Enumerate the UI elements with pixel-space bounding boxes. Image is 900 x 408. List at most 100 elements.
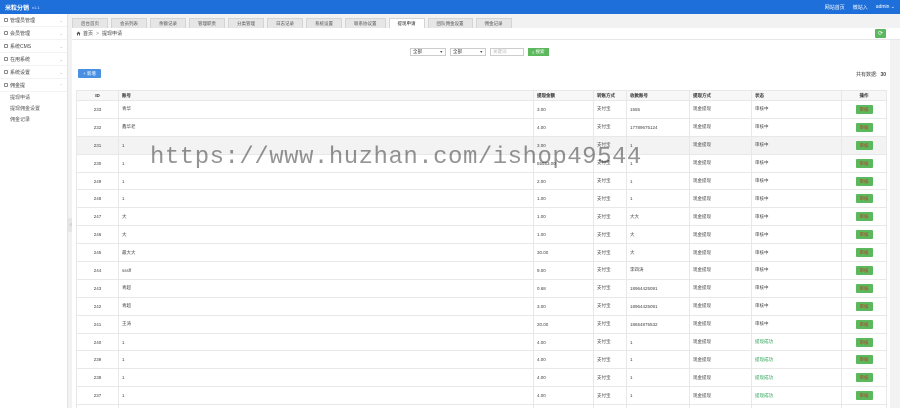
refresh-button[interactable]: ⟳ — [875, 29, 886, 38]
withdraw-table: ID 账号 提现金额 转账方式 收款账号 提现方式 状态 操作 233 青华 3.0… — [76, 90, 887, 408]
tab-system[interactable]: 系统设置 — [306, 18, 342, 28]
table-cell: 4.00 — [533, 117, 594, 137]
sidebar-item-commission[interactable]: 佣金提 ⌃ — [0, 79, 67, 92]
table-cell: 审核中 — [751, 404, 842, 408]
add-button[interactable]: + 新增 — [78, 69, 101, 78]
table-cell: 1 — [118, 153, 534, 173]
tab-members[interactable]: 会员列表 — [111, 18, 147, 28]
breadcrumb-separator: > — [96, 30, 99, 37]
sidebar-item-members[interactable]: 会员管理 ⌄ — [0, 27, 67, 40]
table-cell: 1 — [118, 189, 534, 209]
sidebar-subitem-commission-settings[interactable]: 提现佣金设置 — [0, 103, 67, 114]
search-button[interactable]: ⌕ 搜索 — [528, 48, 549, 56]
table-cell: 提现成功 — [751, 332, 842, 352]
action-cell: 审核 — [841, 135, 887, 155]
review-button[interactable]: 审核 — [855, 230, 873, 240]
system-icon — [4, 57, 8, 61]
sidebar-item-cms[interactable]: 系统CMS ⌄ — [0, 40, 67, 53]
sidebar-item-system[interactable]: 在用系统 ⌄ — [0, 53, 67, 66]
review-button[interactable]: 审核 — [855, 265, 873, 275]
review-button[interactable]: 审核 — [855, 212, 873, 222]
chevron-down-icon: ⌄ — [59, 56, 63, 62]
table-cell: 55553.00 — [533, 153, 594, 173]
table-cell: 支付宝 — [593, 117, 627, 137]
table-cell: 李四涛 — [626, 261, 690, 280]
user-menu[interactable]: admin ⌄ — [876, 4, 895, 11]
site-home-link[interactable]: 网站首页 — [825, 4, 845, 11]
tab-balance[interactable]: 余额记录 — [150, 18, 186, 28]
review-button[interactable]: 审核 — [855, 337, 873, 347]
review-button[interactable]: 审核 — [855, 158, 873, 168]
table-cell: 现金提现 — [689, 225, 752, 245]
table-cell: 支付宝 — [593, 314, 627, 334]
review-button[interactable]: 审核 — [855, 176, 873, 186]
sidebar-item-admins[interactable]: 管理员管理 ⌄ — [0, 14, 67, 27]
table-cell: 9.00 — [533, 261, 594, 280]
review-button[interactable]: 审核 — [855, 355, 873, 365]
status-select[interactable]: 全部 ▼ — [410, 48, 446, 56]
table-cell: 246 — [76, 225, 119, 245]
table-row: 249 1 2.00 支付宝 1 现金提现 审核中 审核 — [76, 171, 887, 191]
site-entry-link[interactable]: 微站入 — [853, 4, 868, 11]
tab-agreement[interactable]: 联系协议置 — [345, 18, 386, 28]
tab-logs[interactable]: 日志记录 — [267, 18, 303, 28]
caret-down-icon: ▼ — [479, 50, 483, 54]
user-icon — [4, 18, 8, 22]
review-button[interactable]: 审核 — [855, 122, 873, 132]
breadcrumb-home[interactable]: 首页 — [83, 30, 93, 37]
review-button[interactable]: 审核 — [855, 194, 873, 204]
tab-commission-records[interactable]: 佣金记录 — [475, 18, 512, 28]
table-cell: 18964425091 — [626, 278, 690, 298]
review-button[interactable]: 审核 — [855, 373, 873, 383]
table-cell: 233 — [76, 100, 119, 119]
refresh-icon: ⟳ — [877, 31, 884, 37]
review-button[interactable]: 审核 — [855, 319, 873, 329]
tab-home[interactable]: 后台首页 — [72, 18, 108, 28]
tab-withdraw[interactable]: 提现申请 — [388, 18, 425, 28]
table-cell: 现金提现 — [689, 100, 752, 119]
review-button[interactable]: 审核 — [855, 391, 873, 401]
table-cell: 240 — [76, 332, 119, 352]
keyword-input[interactable]: 关键词 — [490, 48, 524, 56]
action-cell: 审核 — [841, 243, 887, 263]
table-cell: 审核中 — [751, 296, 842, 316]
table-cell: 232 — [76, 117, 119, 137]
action-cell: 审核 — [841, 100, 887, 119]
table-cell: 244 — [76, 261, 119, 280]
type-select[interactable]: 全部 ▼ — [450, 48, 486, 56]
action-cell: 审核 — [841, 261, 887, 280]
table-cell: 支付宝 — [593, 404, 627, 408]
tab-categories[interactable]: 分类管理 — [228, 18, 264, 28]
table-cell: 3.00 — [533, 100, 594, 119]
table-cell: 审核中 — [751, 171, 842, 191]
review-button[interactable]: 审核 — [855, 248, 873, 258]
table-cell: 现金提现 — [689, 314, 752, 334]
top-bar: 米粒分销 v1.1 网站首页 微站入 admin ⌄ — [0, 0, 900, 14]
table-header: ID 账号 提现金额 转账方式 收款账号 提现方式 状态 操作 — [76, 90, 887, 101]
sidebar-subitem-withdraw[interactable]: 提现申请 — [0, 92, 67, 103]
table-row: 230 1 55553.00 支付宝 1 现金提现 审核中 审核 — [76, 153, 887, 173]
table-cell: 审核中 — [751, 314, 842, 334]
cms-icon — [4, 44, 8, 48]
review-button[interactable]: 审核 — [855, 301, 873, 311]
action-cell: 审核 — [841, 314, 887, 334]
table-cell: 1 — [626, 350, 690, 370]
table-cell: 369825825@qq.com — [626, 404, 690, 408]
table-cell: 现金提现 — [689, 332, 752, 352]
action-cell: 审核 — [841, 171, 887, 191]
table-row: 240 1 4.00 支付宝 1 现金提现 提现成功 审核 — [76, 332, 887, 352]
tab-team-commission[interactable]: 团队佣金设置 — [427, 18, 473, 28]
table-cell: 1 — [118, 350, 534, 370]
table-cell: 18654875532 — [626, 314, 690, 334]
table-cell: 审核中 — [751, 225, 842, 245]
review-button[interactable]: 审核 — [855, 283, 873, 293]
review-button[interactable]: 审核 — [855, 140, 873, 150]
review-button[interactable]: 审核 — [855, 104, 873, 114]
table-cell: 1 — [626, 368, 690, 388]
table-row: 232 鑫华老 4.00 支付宝 17789675124 现金提现 审核中 审核 — [76, 117, 887, 137]
table-row: 244 sssff 9.00 支付宝 李四涛 现金提现 审核中 审核 — [76, 261, 887, 280]
table-cell: 现金提现 — [689, 296, 752, 316]
tab-duties[interactable]: 管理职责 — [189, 18, 225, 28]
sidebar-subitem-commission-records[interactable]: 佣金记录 — [0, 114, 67, 125]
sidebar-item-settings[interactable]: 系统设置 ⌄ — [0, 66, 67, 79]
